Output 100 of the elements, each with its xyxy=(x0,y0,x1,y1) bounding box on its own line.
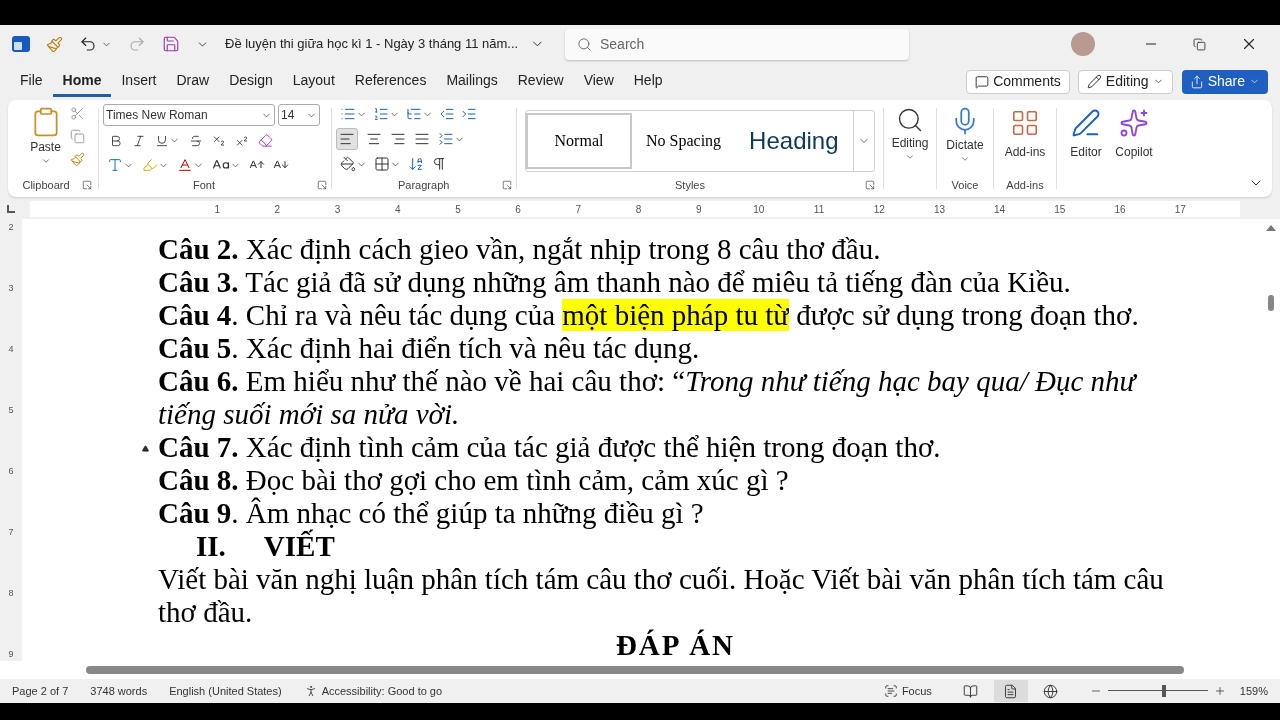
ruler-number: 13 xyxy=(932,202,946,217)
ribbon-tab[interactable]: Draw xyxy=(166,66,220,97)
print-view-button[interactable] xyxy=(993,680,1028,702)
group-label: Styles xyxy=(675,177,705,193)
comments-button[interactable]: Comments xyxy=(966,69,1070,94)
style-option[interactable]: No Spacing xyxy=(632,113,736,169)
ruler-number: 5 xyxy=(454,202,462,217)
font-name-field[interactable]: Times New Roman xyxy=(103,104,275,126)
search-icon xyxy=(896,106,924,134)
slider-thumb[interactable] xyxy=(1161,685,1166,697)
numbering-icon[interactable] xyxy=(373,106,389,122)
text-effects-icon[interactable] xyxy=(107,157,123,173)
save-icon[interactable] xyxy=(162,35,180,53)
share-icon xyxy=(1189,74,1204,89)
increase-indent-icon[interactable] xyxy=(461,106,477,122)
editing-mode-button[interactable]: Editing xyxy=(1077,69,1173,94)
pilcrow-icon[interactable] xyxy=(431,156,447,172)
paintbrush-icon[interactable] xyxy=(46,35,63,53)
add-ins-button[interactable]: Add-ins xyxy=(1004,104,1046,161)
zoom-percentage: 159% xyxy=(1239,683,1268,699)
dictate-button[interactable]: Dictate xyxy=(946,104,984,164)
share-button[interactable]: Share xyxy=(1181,69,1268,94)
underline-icon[interactable] xyxy=(155,133,169,148)
ruler-number: 11 xyxy=(812,202,826,217)
editor-button[interactable]: Editor xyxy=(1063,104,1109,161)
bold-icon[interactable] xyxy=(109,133,123,148)
shading-icon[interactable] xyxy=(340,156,356,172)
cut-icon[interactable] xyxy=(69,106,85,121)
language-status: English (United States) xyxy=(169,683,282,699)
dialog-launcher-icon[interactable] xyxy=(81,179,92,190)
ribbon-tab[interactable]: Design xyxy=(219,66,283,97)
ruler-number: 1 xyxy=(213,202,221,217)
ribbon-tab[interactable]: Mailings xyxy=(436,66,508,97)
ribbon-tab[interactable]: Help xyxy=(623,66,673,97)
sort-icon[interactable] xyxy=(408,156,424,172)
ruler-number: 8 xyxy=(634,202,643,217)
ruler-number: 2 xyxy=(273,202,282,217)
align-center-icon[interactable] xyxy=(366,131,382,147)
group-label: Voice xyxy=(951,177,979,193)
ruler-number: 5 xyxy=(8,404,14,417)
multilevel-list-icon[interactable] xyxy=(406,106,422,122)
editing-button[interactable]: Editing xyxy=(884,104,936,162)
strikethrough-icon[interactable] xyxy=(189,133,203,148)
paste-button[interactable]: Paste xyxy=(29,104,62,166)
format-painter-icon[interactable] xyxy=(69,152,85,167)
copilot-button[interactable]: Copilot xyxy=(1109,104,1159,161)
line-spacing-icon[interactable] xyxy=(438,131,454,147)
ribbon-tab[interactable]: View xyxy=(573,66,624,97)
ruler-number: 2 xyxy=(8,221,14,234)
caret-icon xyxy=(960,154,970,164)
align-right-icon[interactable] xyxy=(390,131,406,147)
focus-button[interactable]: Focus xyxy=(883,682,932,700)
ribbon-tab[interactable]: Layout xyxy=(282,66,345,97)
restore-icon[interactable] xyxy=(1193,37,1206,51)
dialog-launcher-icon[interactable] xyxy=(502,179,512,190)
pencil-icon xyxy=(1086,74,1102,89)
accessibility-status: Accessibility: Good to go xyxy=(321,683,443,699)
collapse-arrow-icon[interactable] xyxy=(142,445,149,452)
heading-number: II. xyxy=(196,530,226,563)
ruler-number: 16 xyxy=(1113,202,1127,217)
italic-icon[interactable] xyxy=(132,133,146,148)
superscript-icon[interactable] xyxy=(235,133,249,148)
focus-icon xyxy=(883,684,898,698)
horizontal-scrollbar[interactable] xyxy=(0,661,1280,679)
word-logo-icon xyxy=(12,36,30,52)
bullets-icon[interactable] xyxy=(340,106,356,122)
dialog-launcher-icon[interactable] xyxy=(865,179,875,190)
subscript-icon[interactable] xyxy=(212,133,226,148)
dialog-launcher-icon[interactable] xyxy=(317,179,327,190)
search-field[interactable]: Search xyxy=(565,28,909,60)
align-left-icon[interactable] xyxy=(339,131,355,147)
decrease-indent-icon[interactable] xyxy=(439,106,455,122)
ruler-number: 7 xyxy=(574,202,583,217)
ruler-number: 12 xyxy=(872,202,886,217)
ruler-number: 3 xyxy=(8,282,14,295)
ruler-number: 8 xyxy=(8,587,14,600)
style-option[interactable]: Normal xyxy=(526,113,632,169)
zoom-in-icon[interactable] xyxy=(1213,685,1226,697)
style-option[interactable]: Heading xyxy=(735,113,853,169)
zoom-slider[interactable] xyxy=(1107,685,1208,697)
book-icon xyxy=(963,683,979,699)
ribbon-tab[interactable]: Home xyxy=(52,66,112,97)
font-size-field[interactable]: 14 xyxy=(278,104,320,126)
font-color-icon[interactable] xyxy=(177,157,193,173)
tab-selector-icon[interactable] xyxy=(7,205,15,213)
document-title: Đề luyện thi giữa học kì 1 - Ngày 3 tháng 11 năm... xyxy=(225,35,519,54)
ribbon-tab[interactable]: Insert xyxy=(111,66,167,97)
justify-icon[interactable] xyxy=(414,131,430,147)
ribbon-tab[interactable]: File xyxy=(10,66,53,97)
borders-icon[interactable] xyxy=(374,156,390,172)
group-label: Clipboard xyxy=(22,177,70,193)
undo-icon[interactable] xyxy=(79,35,97,53)
ribbon-tab[interactable]: Review xyxy=(507,66,574,97)
heading-text: VIẾT xyxy=(263,530,335,563)
ruler-number: 4 xyxy=(393,202,402,217)
ribbon-tab[interactable]: References xyxy=(344,66,437,97)
clear-formatting-icon[interactable] xyxy=(258,133,273,148)
ruler-number: 4 xyxy=(8,343,14,356)
question-text: Câu 9. Âm nhạc có thể giúp ta những điều gì ? xyxy=(158,497,705,530)
caret-icon xyxy=(905,152,915,162)
